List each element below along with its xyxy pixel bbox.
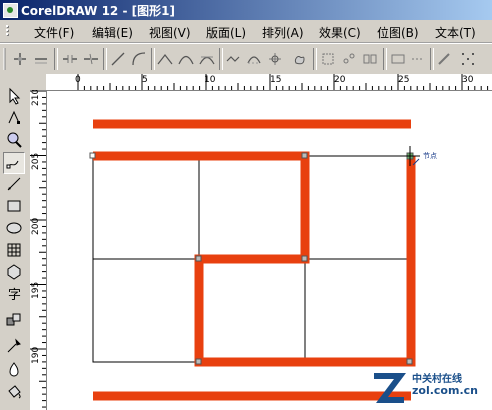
add-node-icon[interactable]	[10, 49, 30, 69]
path-node	[195, 255, 202, 262]
property-bar	[0, 43, 492, 75]
node-tooltip-label: 节点	[423, 152, 437, 160]
rotate-nodes-icon[interactable]	[318, 49, 338, 69]
fill-tool-icon[interactable]	[4, 382, 24, 402]
menu-layout[interactable]: 版面(L)	[206, 24, 246, 41]
watermark-cn: 中关村在线	[412, 374, 462, 385]
delete-node-icon[interactable]	[31, 49, 51, 69]
orange-strokes	[93, 119, 416, 401]
path-node	[301, 255, 308, 262]
drawing-artwork	[89, 119, 420, 401]
menu-bar: 文件(F) 编辑(E) 视图(V) 版面(L) 排列(A) 效果(C) 位图(B…	[0, 20, 492, 43]
menu-arrange[interactable]: 排列(A)	[262, 24, 304, 41]
menu-effects[interactable]: 效果(C)	[319, 24, 361, 41]
ruler-v-label: 190	[31, 346, 41, 364]
watermark-en: zol.com.cn	[412, 384, 478, 397]
menu-view[interactable]: 视图(V)	[149, 24, 191, 41]
basic-shapes-tool-icon[interactable]	[4, 262, 24, 282]
stretch-nodes-icon[interactable]	[290, 49, 310, 69]
path-node	[406, 358, 413, 365]
freehand-tool-icon[interactable]	[3, 152, 25, 174]
path-node	[195, 358, 202, 365]
ruler-v-label: 210	[31, 90, 41, 106]
toolbar-separator	[313, 48, 317, 70]
path-node	[89, 152, 96, 159]
eyedropper-tool-icon[interactable]	[4, 336, 24, 356]
shape-tool-icon[interactable]	[4, 108, 24, 128]
drawing-canvas[interactable]: 节点	[47, 91, 492, 410]
zol-logo-icon	[374, 373, 406, 403]
horizontal-ruler-ticks	[77, 74, 489, 90]
marquee-node-icon[interactable]	[458, 49, 478, 69]
rectangle-tool-icon[interactable]	[4, 196, 24, 216]
ruler-h-label: 25	[398, 75, 410, 85]
link-curve-icon[interactable]	[434, 49, 454, 69]
zoom-tool-icon[interactable]	[4, 130, 24, 150]
menu-bitmaps[interactable]: 位图(B)	[377, 24, 419, 41]
outline-tool-icon[interactable]	[4, 360, 24, 380]
ruler-h-label: 30	[462, 75, 474, 85]
ellipse-tool-icon[interactable]	[4, 218, 24, 238]
ruler-h-label: 5	[142, 75, 148, 85]
toolbar-separator	[54, 48, 58, 70]
extend-curve-icon[interactable]	[244, 49, 264, 69]
cusp-node-icon[interactable]	[155, 49, 175, 69]
align-nodes-icon[interactable]	[339, 49, 359, 69]
menu-grip-icon[interactable]	[4, 23, 16, 38]
menu-edit[interactable]: 编辑(E)	[92, 24, 133, 41]
toolbar-separator	[103, 48, 107, 70]
polygon-tool-icon[interactable]	[4, 240, 24, 260]
window-title: CorelDRAW 12 - [图形1]	[21, 3, 175, 18]
ruler-v-label: 200	[31, 217, 41, 235]
symmetrical-node-icon[interactable]	[197, 49, 217, 69]
ruler-h-label: 15	[270, 75, 282, 85]
vertical-ruler[interactable]: 210 205 200 195 190	[30, 90, 47, 410]
svg-text:字: 字	[8, 288, 21, 303]
select-all-nodes-icon[interactable]	[388, 49, 408, 69]
reduce-nodes-icon[interactable]	[408, 49, 428, 69]
ruler-h-label: 10	[204, 75, 216, 85]
title-bar: CorelDRAW 12 - [图形1]	[0, 0, 492, 20]
smooth-node-icon[interactable]	[176, 49, 196, 69]
crosshair-cursor-icon	[400, 146, 420, 166]
zol-watermark: 中关村在线 zol.com.cn	[368, 368, 492, 410]
ruler-h-label: 0	[75, 75, 81, 85]
to-curve-icon[interactable]	[129, 49, 149, 69]
interactive-blend-tool-icon[interactable]	[4, 310, 24, 330]
to-line-icon[interactable]	[108, 49, 128, 69]
elastic-mode-icon[interactable]	[360, 49, 380, 69]
pick-tool-icon[interactable]	[4, 86, 24, 106]
join-nodes-icon[interactable]	[60, 49, 80, 69]
path-node	[301, 152, 308, 159]
ruler-origin-corner[interactable]	[30, 74, 47, 91]
menu-text[interactable]: 文本(T)	[435, 24, 476, 41]
ruler-v-label: 195	[31, 281, 41, 299]
toolbar-separator	[383, 48, 387, 70]
smart-fill-tool-icon[interactable]	[4, 174, 24, 194]
text-tool-icon[interactable]: 字	[4, 284, 24, 304]
ruler-v-label: 205	[31, 152, 41, 170]
menu-file[interactable]: 文件(F)	[34, 24, 74, 41]
coreldraw-app-icon[interactable]	[3, 2, 18, 18]
break-curve-icon[interactable]	[81, 49, 101, 69]
ruler-h-label: 20	[334, 75, 346, 85]
horizontal-ruler[interactable]: 0 5 10 15 20 25 30	[46, 74, 492, 91]
toolbox: 字	[0, 74, 31, 410]
reverse-direction-icon[interactable]	[223, 49, 243, 69]
extract-subpath-icon[interactable]	[265, 49, 285, 69]
